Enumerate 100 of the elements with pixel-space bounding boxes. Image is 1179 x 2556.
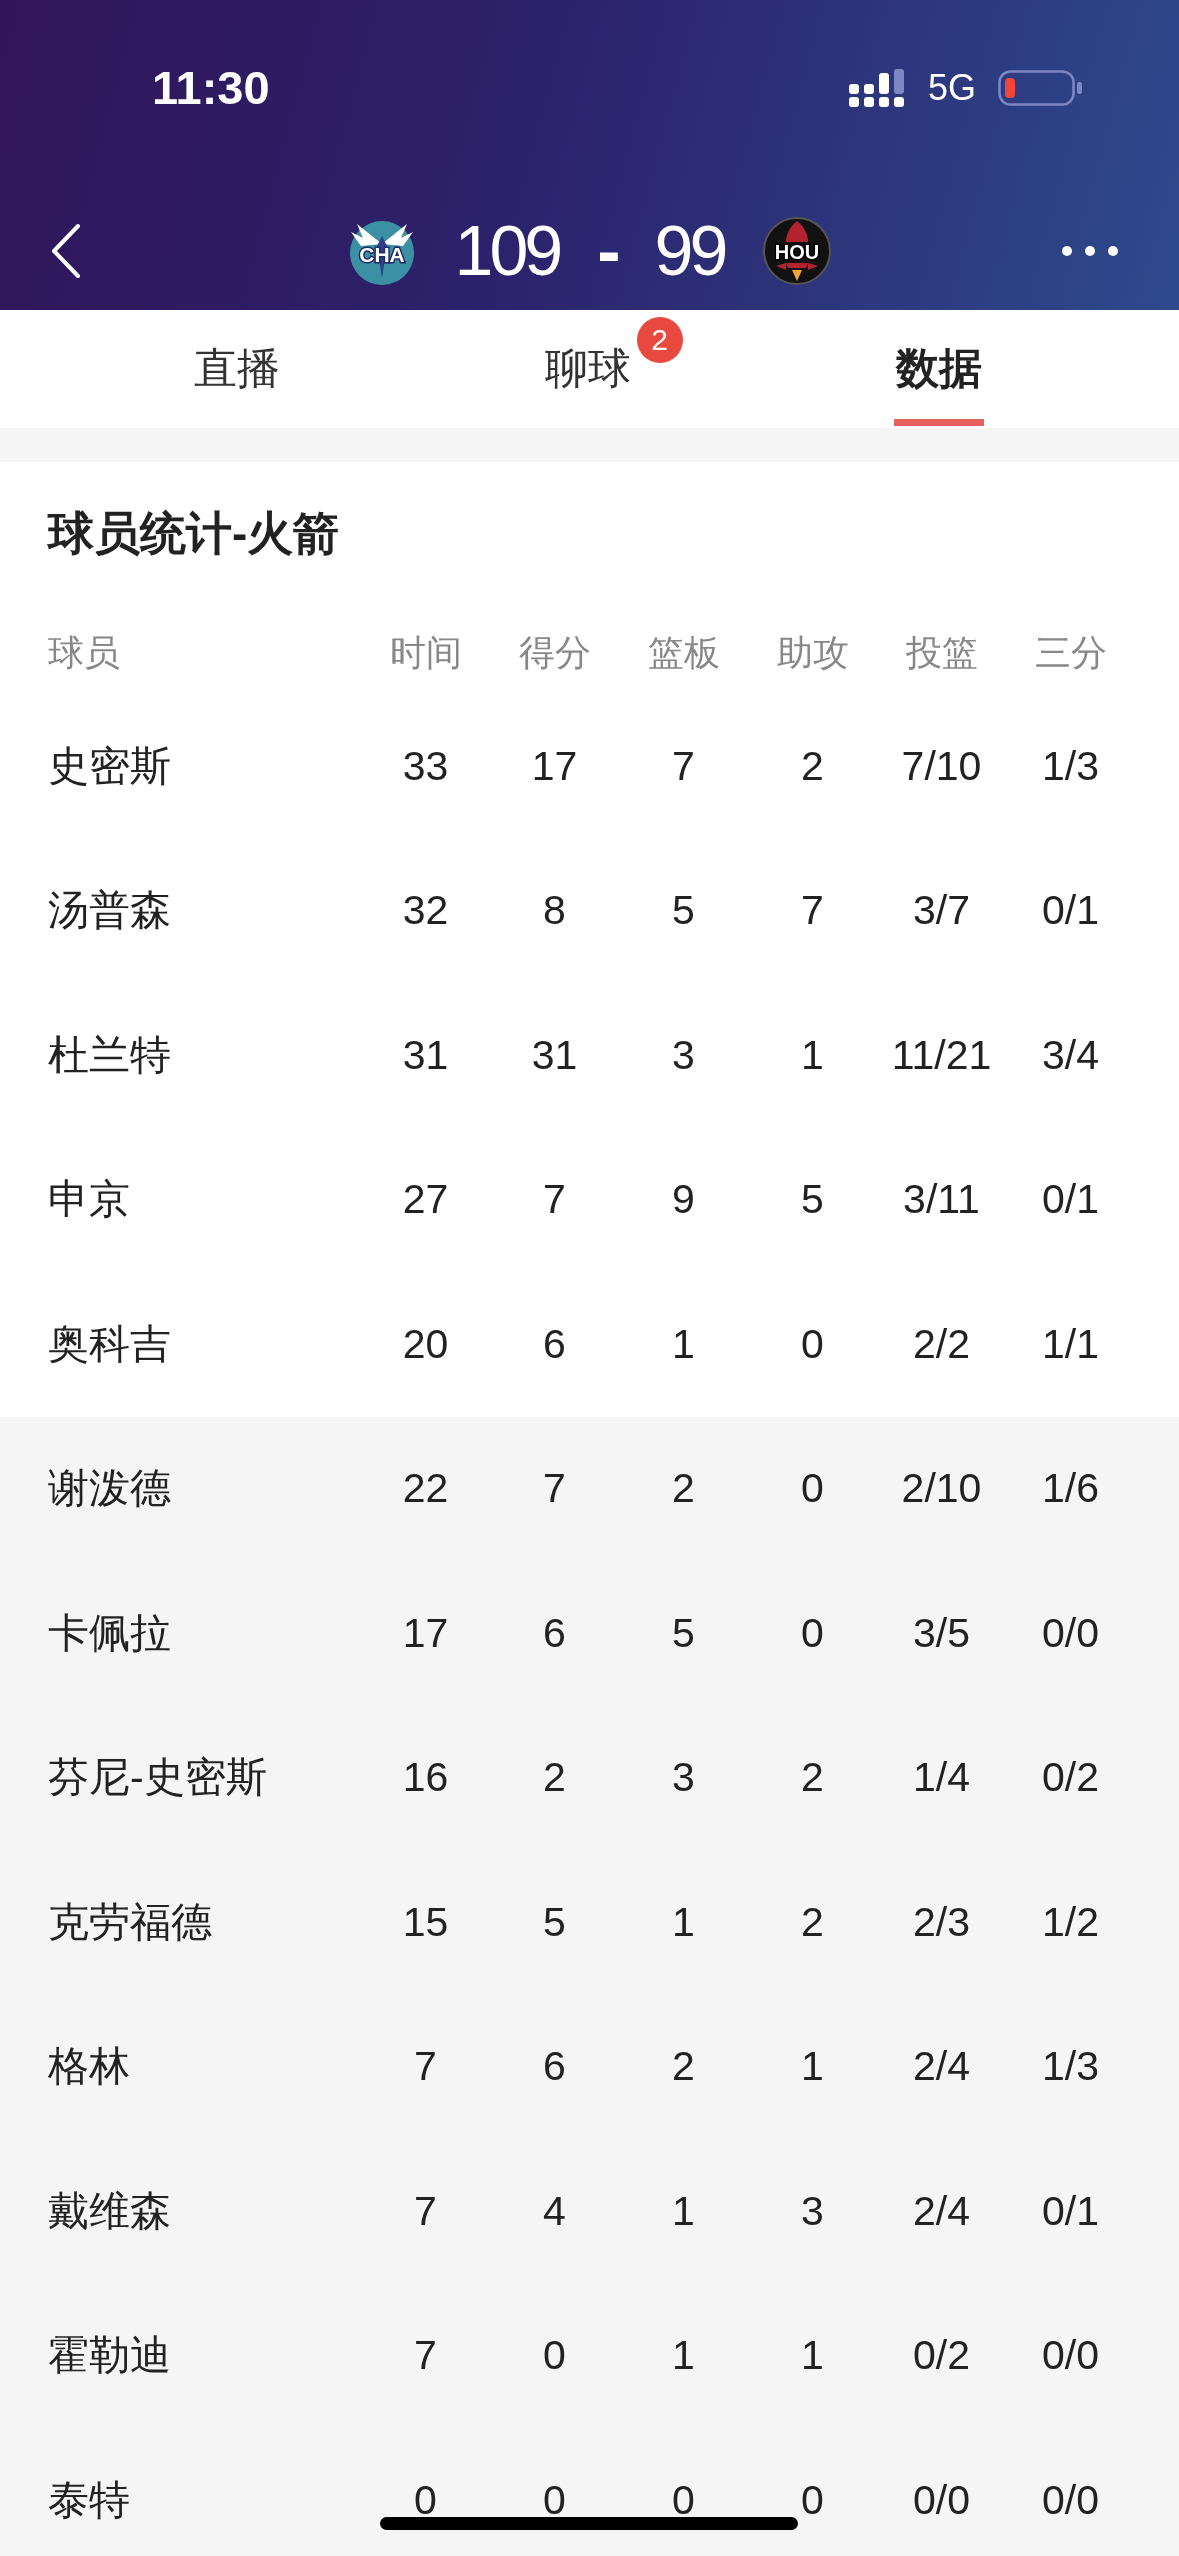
stat-value: 2 [801,741,824,791]
home-score: 109 [454,215,560,286]
stat-value: 20 [402,1319,449,1369]
player-name: 申京 [48,1175,130,1225]
column-header: 助攻 [776,631,849,675]
stat-value: 17 [402,1608,449,1658]
player-name: 戴维森 [48,2186,171,2236]
stat-value: 17 [531,741,578,791]
stat-value: 11/21 [891,1030,992,1080]
stat-value: 7 [414,2331,437,2381]
stat-value: 0/2 [913,2331,970,2381]
stat-value: 3 [801,2186,824,2236]
stat-value: 3 [672,1030,695,1080]
stat-value: 1 [801,2331,824,2381]
player-name: 泰特 [48,2475,130,2525]
stat-value: 33 [402,741,449,791]
battery-icon [998,69,1082,106]
stat-value: 7 [801,886,824,936]
stat-value: 27 [402,1175,449,1225]
signal-icon [848,68,906,107]
stat-value: 7 [672,741,695,791]
score-separator: - [597,215,617,286]
stat-value: 0 [543,2475,566,2525]
stat-value: 2/4 [913,2042,970,2092]
stat-value: 0 [801,1608,824,1658]
stat-value: 22 [402,1464,449,1514]
stat-value: 1/3 [1042,2042,1099,2092]
stat-value: 9 [672,1175,695,1225]
stat-value: 16 [402,1753,449,1803]
player-name: 克劳福德 [48,1897,212,1947]
stat-value: 0/0 [1042,2475,1099,2525]
stat-value: 1 [672,1897,695,1947]
stat-value: 0/0 [1042,1608,1099,1658]
status-time: 11:30 [152,64,270,111]
stat-value: 7 [543,1175,566,1225]
stat-value: 1/1 [1042,1319,1099,1369]
stat-value: 0 [543,2331,566,2381]
away-score: 99 [654,215,725,286]
stat-value: 1/4 [913,1753,970,1803]
stat-value: 1 [672,1319,695,1369]
stat-value: 0/0 [913,2475,970,2525]
stat-value: 0/0 [1042,2331,1099,2381]
stat-value: 15 [402,1897,449,1947]
tab[interactable]: 数据 [763,310,1114,428]
stat-value: 1/3 [1042,741,1099,791]
tab[interactable]: 聊球 2 [412,310,763,428]
stat-value: 3/5 [913,1608,970,1658]
stat-value: 2/3 [913,1897,970,1947]
stat-value: 3/11 [903,1175,980,1225]
player-name: 杜兰特 [48,1030,171,1080]
player-name: 谢泼德 [48,1464,171,1514]
column-header: 得分 [518,631,591,675]
column-header: 篮板 [647,631,720,675]
stat-value: 32 [402,886,449,936]
stat-value: 6 [543,1319,566,1369]
back-icon[interactable] [50,222,82,279]
stat-value: 1 [672,2331,695,2381]
column-header: 投篮 [905,631,978,675]
card-title: 球员统计-火箭 [46,506,341,561]
stat-value: 2/10 [901,1464,982,1514]
team-logo: HOU [762,215,833,286]
stat-value: 3/7 [913,886,970,936]
stat-value: 1/2 [1042,1897,1099,1947]
stat-value: 0 [672,2475,695,2525]
player-name: 汤普森 [48,886,171,936]
stat-value: 2 [672,2042,695,2092]
more-icon[interactable] [1061,244,1119,257]
stat-value: 5 [672,886,695,936]
player-name: 格林 [48,2042,130,2092]
stat-value: 7/10 [901,741,982,791]
stat-value: 0 [414,2475,437,2525]
stat-value: 5 [543,1897,566,1947]
tab[interactable]: 直播 [61,310,412,428]
stat-value: 2/2 [913,1319,970,1369]
stat-value: 7 [543,1464,566,1514]
stat-value: 1 [801,2042,824,2092]
player-name: 奥科吉 [48,1319,171,1369]
stat-value: 6 [543,2042,566,2092]
stat-value: 7 [414,2042,437,2092]
network-type: 5G [927,69,976,106]
stat-value: 31 [402,1030,449,1080]
stat-value: 2 [672,1464,695,1514]
player-name: 霍勒迪 [48,2331,171,2381]
player-name: 卡佩拉 [48,1608,171,1658]
stat-value: 0 [801,2475,824,2525]
column-header: 时间 [389,631,462,675]
stat-value: 7 [414,2186,437,2236]
column-header: 三分 [1034,631,1107,675]
stat-value: 4 [543,2186,566,2236]
stat-value: 0 [801,1464,824,1514]
stat-value: 31 [531,1030,578,1080]
stat-value: 2 [801,1753,824,1803]
column-header: 球员 [48,631,120,675]
stat-value: 0/1 [1042,2186,1099,2236]
stat-value: 3 [672,1753,695,1803]
stat-value: 1 [672,2186,695,2236]
stat-value: 1 [801,1030,824,1080]
stat-value: 2 [801,1897,824,1947]
stat-value: 3/4 [1042,1030,1099,1080]
unread-badge: 2 [636,317,683,364]
